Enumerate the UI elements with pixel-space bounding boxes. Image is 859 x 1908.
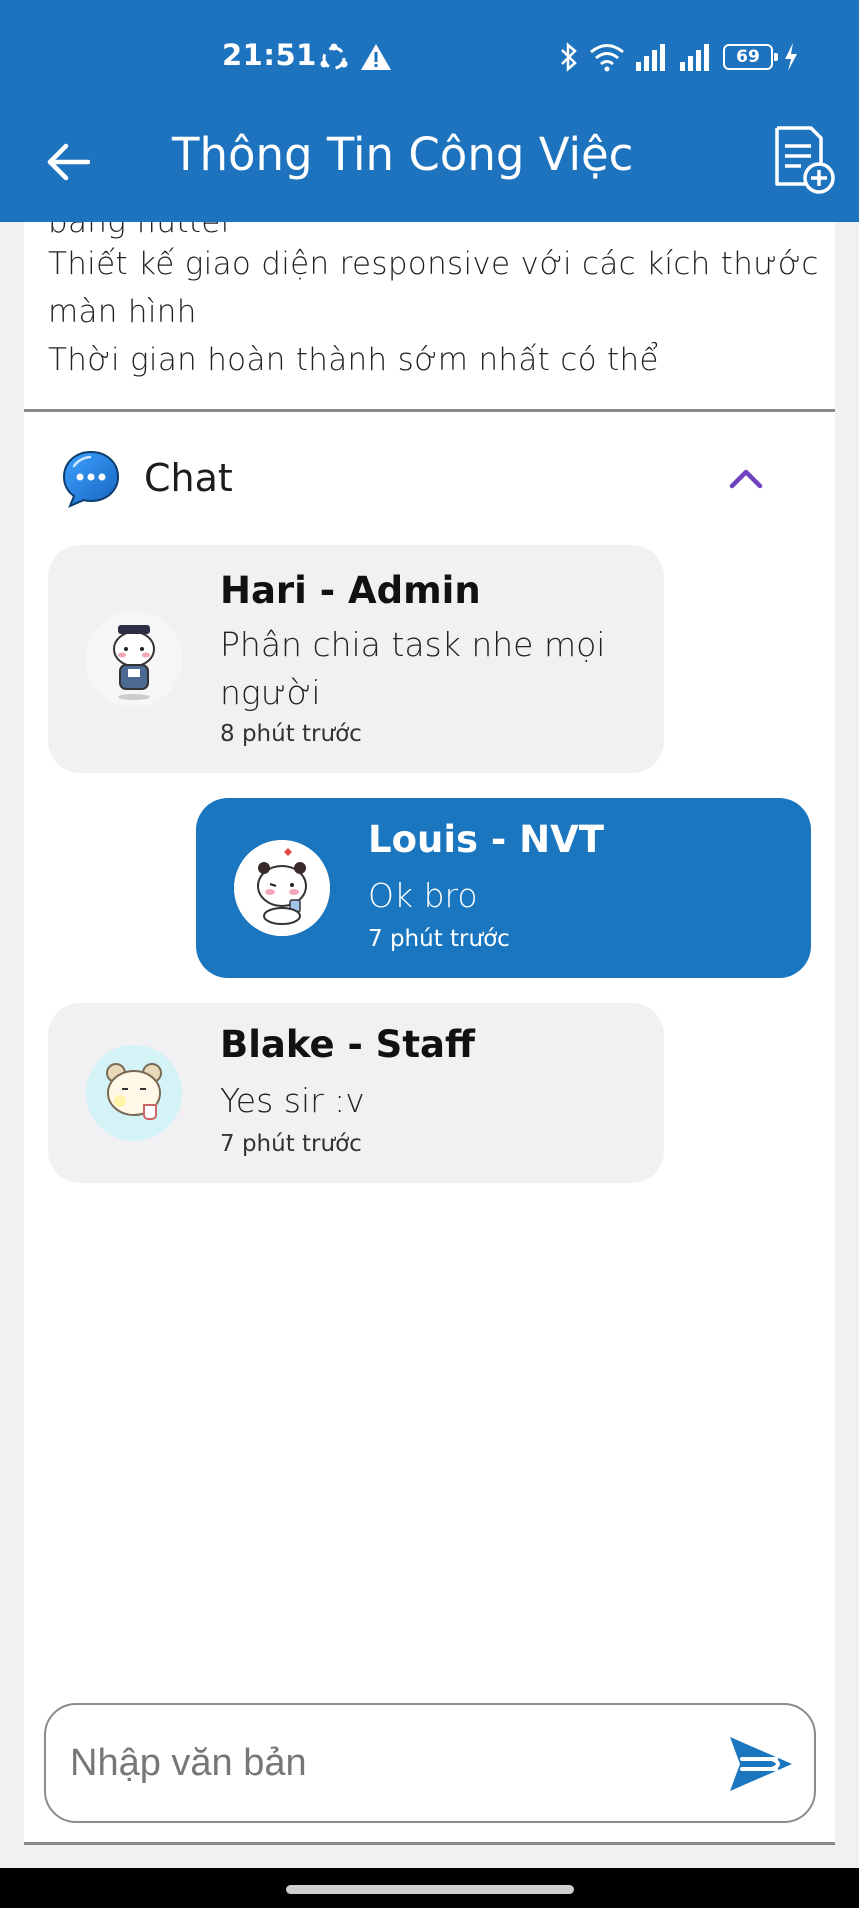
- divider: [24, 1842, 835, 1845]
- chevron-up-icon[interactable]: [724, 458, 768, 502]
- sender-name: Blake - Staff: [220, 1023, 475, 1066]
- status-bar: 21:51 69: [0, 0, 859, 110]
- avatar-image: [234, 840, 330, 936]
- message-input[interactable]: [70, 1733, 710, 1793]
- toolbar: Thông Tin Công Việc: [0, 110, 859, 222]
- signal-icon: [680, 44, 709, 71]
- avatar: [86, 611, 182, 707]
- description-line: bằng flutter: [48, 222, 234, 240]
- status-right: 69: [559, 40, 799, 74]
- battery-level: 69: [736, 47, 760, 67]
- page-title: Thông Tin Công Việc: [172, 128, 634, 181]
- signal-icon: [636, 44, 665, 71]
- add-document-icon[interactable]: [771, 124, 837, 196]
- bluetooth-icon: [561, 42, 577, 72]
- avatar-image: [86, 1045, 182, 1141]
- message-composer: [44, 1703, 816, 1823]
- charging-icon: [785, 43, 797, 71]
- send-icon[interactable]: [726, 1733, 796, 1795]
- arrow-left-icon: [47, 143, 90, 181]
- screen: 21:51 69 Thông Tin Công Việc bằng flutte…: [0, 0, 859, 1908]
- wifi-icon: [590, 44, 624, 72]
- back-button[interactable]: [38, 132, 98, 192]
- message-time: 7 phút trước: [368, 926, 510, 952]
- chat-section-header[interactable]: Chat: [24, 444, 835, 524]
- sender-name: Louis - NVT: [368, 818, 605, 861]
- description-line: Thời gian hoàn thành sớm nhất có thể: [48, 342, 659, 378]
- task-description-card: bằng flutter Thiết kế giao diện responsi…: [24, 222, 835, 408]
- app-bar: 21:51 69 Thông Tin Công Việc: [0, 0, 859, 222]
- chat-title: Chat: [144, 456, 233, 500]
- avatar-image: [86, 611, 182, 707]
- chat-message[interactable]: Hari - Admin Phân chia task nhe mọi ngườ…: [48, 545, 664, 773]
- divider: [24, 409, 835, 412]
- description-line: màn hình: [48, 294, 197, 330]
- chat-message[interactable]: Louis - NVT Ok bro 7 phút trước: [196, 798, 811, 978]
- avatar: [234, 840, 330, 936]
- message-text: Yes sir :v: [220, 1081, 365, 1120]
- message-time: 7 phút trước: [220, 1131, 362, 1157]
- sender-name: Hari - Admin: [220, 569, 481, 612]
- message-text: Ok bro: [368, 876, 478, 915]
- status-time: 21:51: [222, 38, 317, 72]
- message-time: 8 phút trước: [220, 721, 362, 747]
- chat-message[interactable]: Blake - Staff Yes sir :v 7 phút trước: [48, 1003, 664, 1183]
- content-panel[interactable]: bằng flutter Thiết kế giao diện responsi…: [24, 222, 835, 1845]
- warning-icon: [361, 44, 391, 70]
- system-navigation-bar: [0, 1868, 859, 1908]
- description-line: Thiết kế giao diện responsive với các kí…: [48, 246, 819, 282]
- home-gesture-handle[interactable]: [286, 1885, 574, 1894]
- battery-icon: 69: [723, 44, 778, 70]
- sync-icon: [320, 43, 348, 70]
- avatar: [86, 1045, 182, 1141]
- message-text: Phân chia task nhe mọi người: [220, 625, 606, 712]
- chat-bubble-icon: [62, 450, 120, 508]
